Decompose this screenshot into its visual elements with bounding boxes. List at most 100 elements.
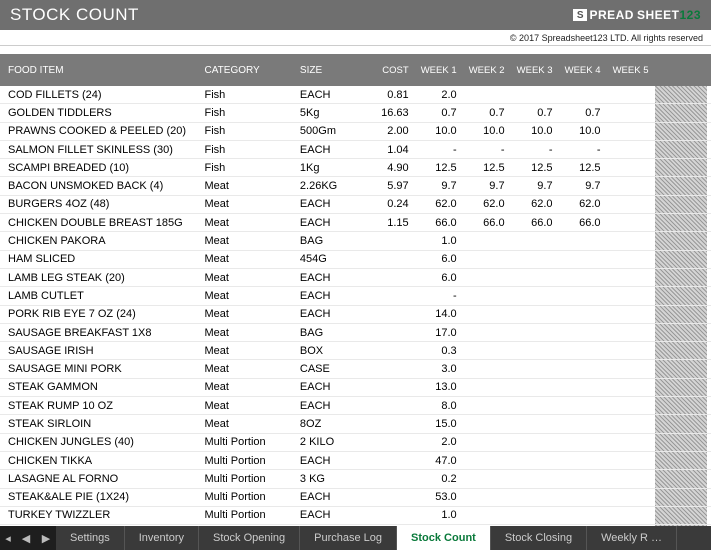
cell-size: EACH (300, 400, 367, 412)
hatch-area (655, 269, 707, 286)
cell-category: Meat (205, 400, 300, 412)
logo-tail: 123 (679, 8, 701, 22)
cell-week4: 10.0 (559, 125, 607, 137)
cell-week2: 62.0 (463, 198, 511, 210)
table-row[interactable]: STEAK GAMMONMeatEACH13.0 (0, 379, 711, 397)
cell-size: 1Kg (300, 162, 367, 174)
hatch-area (655, 397, 707, 414)
page-title: STOCK COUNT (10, 5, 139, 25)
tab-nav-prev-icon[interactable]: ◀ (16, 526, 36, 550)
hatch-area (655, 104, 707, 121)
hatch-area (655, 324, 707, 341)
table-row[interactable]: CHICKEN JUNGLES (40)Multi Portion2 KILO2… (0, 434, 711, 452)
cell-week1: - (415, 290, 463, 302)
cell-size: EACH (300, 381, 367, 393)
hatch-area (655, 196, 707, 213)
cell-week3: 62.0 (511, 198, 559, 210)
hatch-area (655, 342, 707, 359)
sheet-tab[interactable]: Inventory (125, 526, 199, 550)
table-row[interactable]: SAUSAGE BREAKFAST 1X8MeatBAG17.0 (0, 324, 711, 342)
cell-week1: 0.7 (415, 107, 463, 119)
header-week2: WEEK 2 (463, 65, 511, 76)
cell-week1: 2.0 (415, 436, 463, 448)
logo-icon: S (573, 9, 587, 21)
title-bar: STOCK COUNT S PREAD SHEET 123 (0, 0, 711, 30)
cell-category: Multi Portion (205, 473, 300, 485)
sheet-tab[interactable]: Stock Opening (199, 526, 300, 550)
cell-category: Meat (205, 308, 300, 320)
cell-size: EACH (300, 491, 367, 503)
table-row[interactable]: SAUSAGE MINI PORKMeatCASE3.0 (0, 360, 711, 378)
table-row[interactable]: COD FILLETS (24)FishEACH0.812.0 (0, 86, 711, 104)
table-row[interactable]: HAM SLICEDMeat454G6.0 (0, 251, 711, 269)
cell-cost: 5.97 (367, 180, 415, 192)
cell-food: CHICKEN DOUBLE BREAST 185G (4, 217, 205, 229)
cell-week1: 10.0 (415, 125, 463, 137)
table-row[interactable]: STEAK SIRLOINMeat8OZ15.0 (0, 415, 711, 433)
table-row[interactable]: BACON UNSMOKED BACK (4)Meat2.26KG5.979.7… (0, 177, 711, 195)
cell-food: COD FILLETS (24) (4, 89, 205, 101)
cell-category: Meat (205, 272, 300, 284)
cell-size: 500Gm (300, 125, 367, 137)
cell-week4: 12.5 (559, 162, 607, 174)
table-row[interactable]: CHICKEN PAKORAMeatBAG1.0 (0, 232, 711, 250)
cell-size: EACH (300, 290, 367, 302)
cell-week2: 0.7 (463, 107, 511, 119)
table-row[interactable]: PORK RIB EYE 7 OZ (24)MeatEACH14.0 (0, 306, 711, 324)
header-food: FOOD ITEM (4, 65, 205, 76)
hatch-area (655, 86, 707, 103)
cell-week1: 9.7 (415, 180, 463, 192)
cell-food: BURGERS 4OZ (48) (4, 198, 205, 210)
hatch-area (655, 507, 707, 524)
cell-category: Meat (205, 235, 300, 247)
cell-category: Meat (205, 418, 300, 430)
table-row[interactable]: TURKEY TWIZZLERMulti PortionEACH1.0 (0, 507, 711, 525)
table-row[interactable]: STEAK RUMP 10 OZMeatEACH8.0 (0, 397, 711, 415)
sheet-tab[interactable]: Stock Count (397, 526, 491, 550)
cell-food: STEAK SIRLOIN (4, 418, 205, 430)
cell-week1: 12.5 (415, 162, 463, 174)
cell-size: EACH (300, 198, 367, 210)
table-row[interactable]: GOLDEN TIDDLERSFish5Kg16.630.70.70.70.7 (0, 104, 711, 122)
cell-food: HAM SLICED (4, 253, 205, 265)
cell-size: BAG (300, 235, 367, 247)
cell-food: LAMB CUTLET (4, 290, 205, 302)
cell-size: EACH (300, 272, 367, 284)
cell-week1: 53.0 (415, 491, 463, 503)
cell-food: CHICKEN TIKKA (4, 455, 205, 467)
table-row[interactable]: SALMON FILLET SKINLESS (30)FishEACH1.04-… (0, 141, 711, 159)
tab-nav-next-icon[interactable]: ▶ (36, 526, 56, 550)
cell-week1: 17.0 (415, 327, 463, 339)
sheet-tab[interactable]: Purchase Log (300, 526, 397, 550)
cell-week1: 3.0 (415, 363, 463, 375)
table-row[interactable]: SCAMPI BREADED (10)Fish1Kg4.9012.512.512… (0, 159, 711, 177)
table-row[interactable]: PRAWNS COOKED & PEELED (20)Fish500Gm2.00… (0, 123, 711, 141)
table-row[interactable]: APPLE&BLACKBERRY (12)Sweets & DessertsEA… (0, 525, 711, 526)
table-row[interactable]: CHICKEN TIKKAMulti PortionEACH47.0 (0, 452, 711, 470)
sheet-tab[interactable]: Settings (56, 526, 125, 550)
table-row[interactable]: STEAK&ALE PIE (1X24)Multi PortionEACH53.… (0, 489, 711, 507)
hatch-area (655, 525, 707, 526)
sheet-tab[interactable]: Stock Closing (491, 526, 587, 550)
table-row[interactable]: LAMB LEG STEAK (20)MeatEACH6.0 (0, 269, 711, 287)
cell-week1: 1.0 (415, 509, 463, 521)
cell-week2: 9.7 (463, 180, 511, 192)
table-row[interactable]: SAUSAGE IRISHMeatBOX0.3 (0, 342, 711, 360)
table-row[interactable]: BURGERS 4OZ (48)MeatEACH0.2462.062.062.0… (0, 196, 711, 214)
table-row[interactable]: LAMB CUTLETMeatEACH- (0, 287, 711, 305)
tab-nav-first-icon[interactable]: ◂ (0, 526, 16, 550)
hatch-area (655, 123, 707, 140)
cell-week3: 12.5 (511, 162, 559, 174)
cell-size: EACH (300, 89, 367, 101)
cell-size: 3 KG (300, 473, 367, 485)
cell-category: Multi Portion (205, 436, 300, 448)
cell-cost: 0.24 (367, 198, 415, 210)
cell-category: Meat (205, 217, 300, 229)
cell-food: PORK RIB EYE 7 OZ (24) (4, 308, 205, 320)
table-row[interactable]: CHICKEN DOUBLE BREAST 185GMeatEACH1.1566… (0, 214, 711, 232)
sheet-tab[interactable]: Weekly R … (587, 526, 677, 550)
table-row[interactable]: LASAGNE AL FORNOMulti Portion3 KG0.2 (0, 470, 711, 488)
cell-week1: 0.2 (415, 473, 463, 485)
cell-food: STEAK RUMP 10 OZ (4, 400, 205, 412)
cell-food: LAMB LEG STEAK (20) (4, 272, 205, 284)
